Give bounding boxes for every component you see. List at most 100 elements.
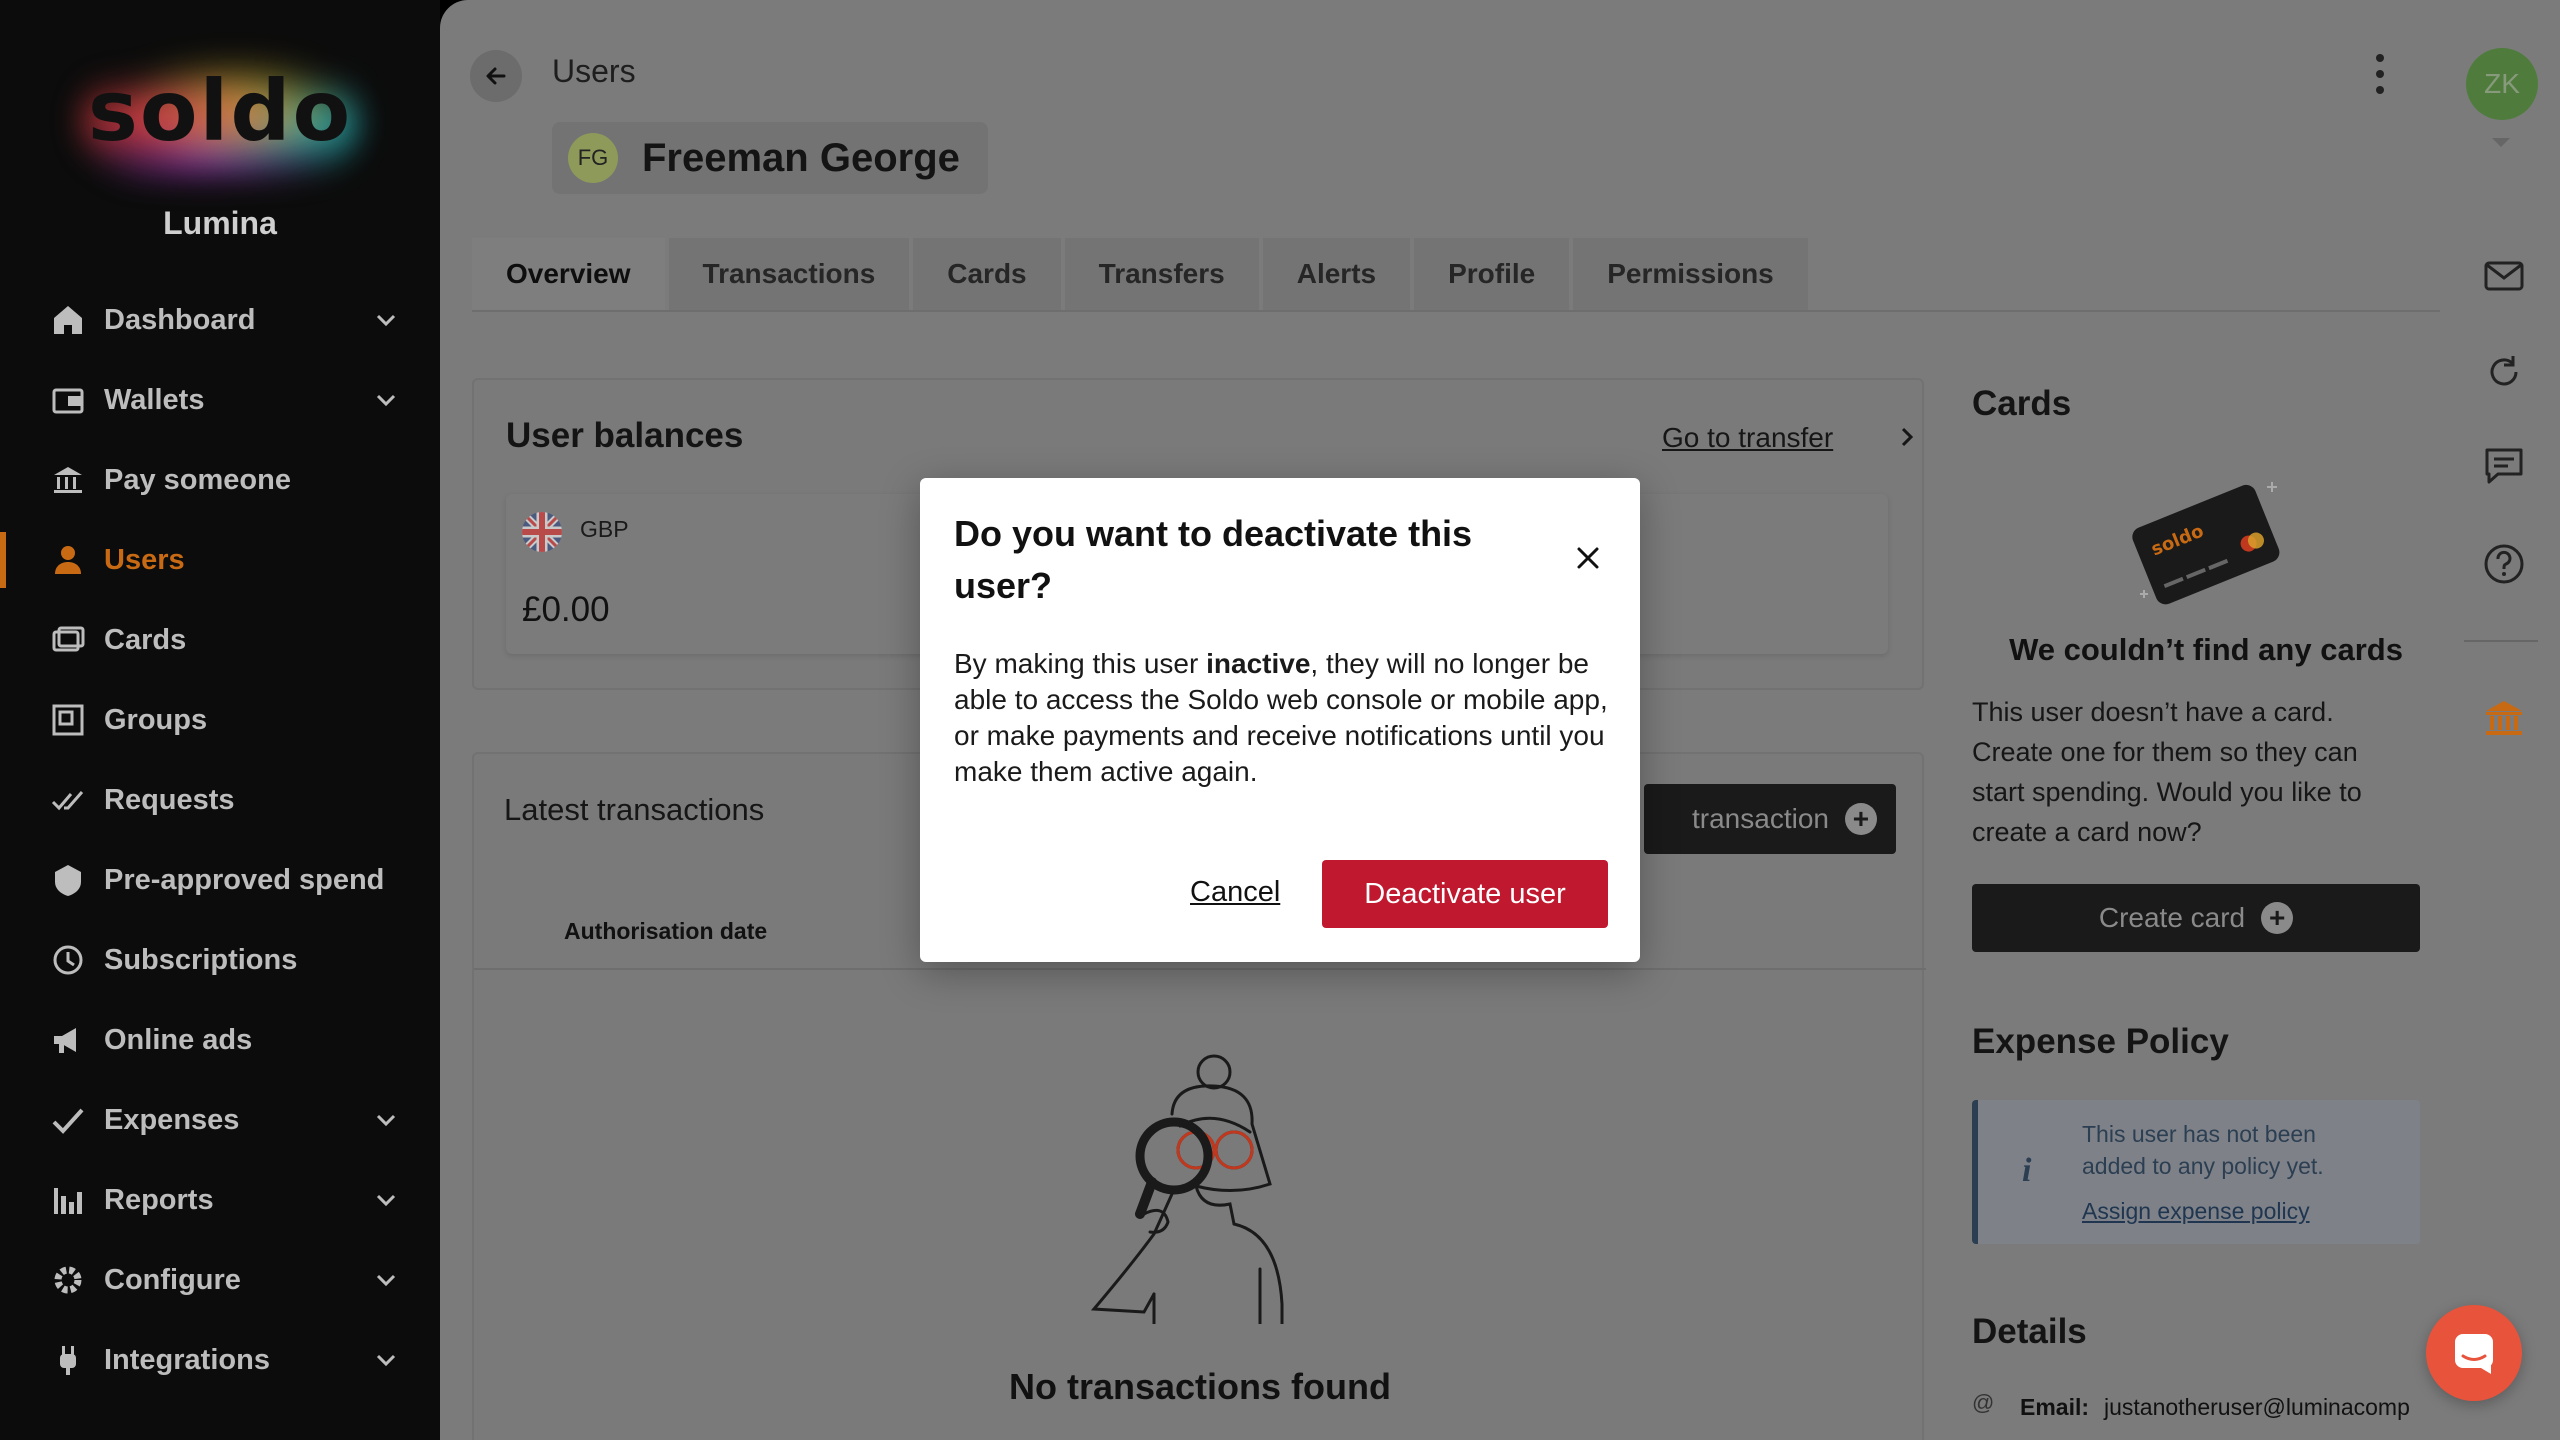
user-name: Freeman George <box>642 135 960 180</box>
mail-icon[interactable] <box>2482 254 2526 298</box>
gear-icon <box>50 1262 86 1298</box>
email-at-icon: @ <box>1972 1390 1995 1415</box>
sidebar-item-label: Cards <box>104 623 187 656</box>
tab-overview[interactable]: Overview <box>472 238 665 310</box>
chevron-down-icon[interactable] <box>372 1106 400 1134</box>
cards-icon <box>50 622 86 658</box>
deactivate-user-button[interactable]: Deactivate user <box>1322 860 1608 928</box>
cancel-button[interactable]: Cancel <box>1190 876 1280 909</box>
user-icon <box>50 542 86 578</box>
chevron-down-icon[interactable] <box>2490 136 2512 150</box>
breadcrumb[interactable]: Users <box>552 53 636 90</box>
chevron-down-icon[interactable] <box>372 1346 400 1374</box>
close-icon[interactable] <box>1574 544 1602 572</box>
sidebar-item-online-ads[interactable]: Online ads <box>0 1000 440 1080</box>
no-cards-title: We couldn’t find any cards <box>2009 632 2403 667</box>
sidebar-item-pre-approved-spend[interactable]: Pre-approved spend <box>0 840 440 920</box>
right-column: Cards soldo We couldn’t find any cards T… <box>1972 0 2440 1440</box>
no-cards-description: This user doesn’t have a card. Create on… <box>1972 692 2440 852</box>
chevron-down-icon[interactable] <box>372 1186 400 1214</box>
create-card-button[interactable]: Create card + <box>1972 884 2420 952</box>
create-card-label: Create card <box>2098 902 2246 933</box>
expense-policy-info: i This user has not been added to any po… <box>1972 1100 2420 1244</box>
account-avatar[interactable]: ZK <box>2466 48 2538 120</box>
table-header-divider <box>474 968 1926 970</box>
help-icon[interactable] <box>2482 542 2526 586</box>
sidebar-item-integrations[interactable]: Integrations <box>0 1320 440 1400</box>
column-authorisation-date[interactable]: Authorisation date <box>564 918 767 945</box>
refresh-icon[interactable] <box>2482 350 2526 394</box>
sidebar-item-subscriptions[interactable]: Subscriptions <box>0 920 440 1000</box>
email-value: justanotheruser@luminacomp <box>2104 1394 2410 1420</box>
sidebar-item-configure[interactable]: Configure <box>0 1240 440 1320</box>
card-illustration: soldo <box>2132 482 2280 605</box>
plus-circle-icon: + <box>1844 803 1877 835</box>
dialog-body-bold: inactive <box>1206 648 1311 679</box>
info-icon: i <box>2022 1152 2032 1189</box>
tab-bar: Overview Transactions Cards Transfers Al… <box>472 238 1812 310</box>
chevron-down-icon[interactable] <box>372 306 400 334</box>
sidebar-item-label: Online ads <box>104 1023 253 1056</box>
checkmark-icon <box>50 1102 86 1138</box>
utility-divider <box>2464 640 2538 642</box>
latest-transactions-title: Latest transactions <box>504 792 765 827</box>
currency-code: GBP <box>580 516 629 542</box>
groups-icon <box>50 702 86 738</box>
assign-expense-policy-link[interactable]: Assign expense policy <box>2082 1198 2310 1225</box>
plus-circle-icon: + <box>2261 902 2294 934</box>
tab-profile[interactable]: Profile <box>1414 238 1570 310</box>
tab-alerts[interactable]: Alerts <box>1262 238 1411 310</box>
magnifier-person-illustration <box>1090 1054 1284 1324</box>
sidebar-item-dashboard[interactable]: Dashboard <box>0 280 440 360</box>
soldo-logo[interactable]: soldo <box>60 50 380 190</box>
sidebar-item-expenses[interactable]: Expenses <box>0 1080 440 1160</box>
sidebar-item-label: Configure <box>104 1263 241 1296</box>
chevron-right-icon[interactable] <box>1896 426 1918 448</box>
no-cards-line-3: start spending. Would you like to <box>1972 777 2362 807</box>
details-title: Details <box>1972 1312 2087 1351</box>
sidebar-item-requests[interactable]: Requests <box>0 760 440 840</box>
dialog-body: By making this user inactive, they will … <box>954 646 1614 790</box>
sidebar-item-users[interactable]: Users <box>0 520 440 600</box>
bank-pay-icon <box>50 462 86 498</box>
email-label: Email: <box>2020 1394 2090 1420</box>
sidebar-item-label: Subscriptions <box>104 943 298 976</box>
go-to-transfer-link[interactable]: Go to transfer <box>1662 422 1833 454</box>
sidebar-item-label: Dashboard <box>104 303 256 336</box>
support-chat-button[interactable] <box>2426 1305 2522 1401</box>
chevron-down-icon[interactable] <box>372 386 400 414</box>
sidebar-item-wallets[interactable]: Wallets <box>0 360 440 440</box>
arrow-left-icon <box>486 67 506 85</box>
no-transactions-title: No transactions found <box>1008 1366 1391 1407</box>
bank-icon[interactable] <box>2482 696 2526 740</box>
balance-amount: £0.00 <box>522 590 610 629</box>
sidebar-item-reports[interactable]: Reports <box>0 1160 440 1240</box>
tab-transfers[interactable]: Transfers <box>1064 238 1259 310</box>
tab-cards[interactable]: Cards <box>913 238 1061 310</box>
plug-icon <box>50 1342 86 1378</box>
sidebar-item-label: Wallets <box>104 383 205 416</box>
sidebar-item-cards[interactable]: Cards <box>0 600 440 680</box>
policy-info-line-2: added to any policy yet. <box>2082 1153 2324 1179</box>
dialog-title: Do you want to deactivate this user? <box>954 513 1473 606</box>
user-balances-title: User balances <box>506 416 744 455</box>
chat-bubble-icon <box>2455 1334 2493 1374</box>
chat-icon[interactable] <box>2482 444 2526 488</box>
no-cards-line-2: Create one for them so they can <box>1972 737 2358 767</box>
add-transaction-label: transaction <box>1692 803 1829 834</box>
logo-text: soldo <box>87 62 353 160</box>
user-avatar: FG <box>568 133 618 183</box>
chevron-down-icon[interactable] <box>372 1266 400 1294</box>
sidebar-item-label: Pre-approved spend <box>104 863 385 896</box>
tab-permissions[interactable]: Permissions <box>1573 238 1808 310</box>
add-transaction-button[interactable]: transaction + <box>1644 784 1896 854</box>
sidebar-item-label: Reports <box>104 1183 214 1216</box>
deactivate-user-dialog: Do you want to deactivate this user? By … <box>920 478 1640 962</box>
sidebar-item-groups[interactable]: Groups <box>0 680 440 760</box>
back-button[interactable] <box>470 50 522 102</box>
policy-info-line-1: This user has not been <box>2082 1121 2316 1147</box>
sidebar-item-pay-someone[interactable]: Pay someone <box>0 440 440 520</box>
tab-transactions[interactable]: Transactions <box>668 238 910 310</box>
wallet-icon <box>50 382 86 418</box>
no-cards-line-4: create a card now? <box>1972 817 2202 847</box>
